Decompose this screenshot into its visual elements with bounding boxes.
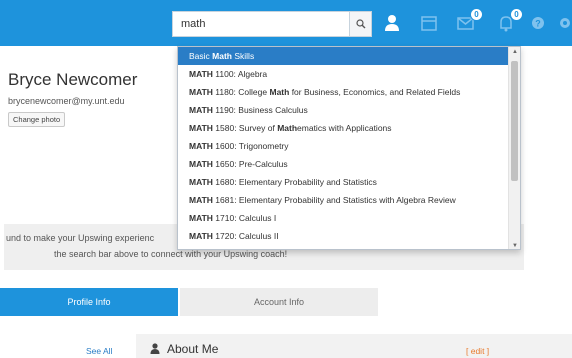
suggestion-item[interactable]: Basic Math Skills	[178, 47, 509, 65]
settings-icon[interactable]	[557, 12, 572, 34]
suggestion-text: 1720: Calculus II	[212, 231, 279, 241]
suggestion-text: MATH	[189, 87, 213, 97]
suggestion-text: Math	[277, 123, 298, 133]
suggestion-text: MATH	[189, 159, 213, 169]
suggestion-text: MATH	[189, 105, 213, 115]
suggestion-text: 1190: Business Calculus	[212, 105, 308, 115]
info-text-line-2: the search bar above to connect with you…	[54, 249, 288, 259]
about-me-title: About Me	[167, 342, 219, 356]
search-input[interactable]	[172, 11, 350, 37]
suggestion-text: for Business, Economics, and Related Fie…	[289, 87, 461, 97]
notifications-icon[interactable]: 0	[495, 8, 523, 34]
suggestion-item[interactable]: MATH 1190: Business Calculus	[178, 101, 509, 119]
help-icon[interactable]: ?	[527, 12, 549, 34]
info-text-line-1: und to make your Upswing experienc	[6, 233, 155, 243]
suggestion-item[interactable]: MATH 1680: Elementary Probability and St…	[178, 173, 509, 191]
svg-text:?: ?	[535, 19, 541, 29]
profile-email: brycenewcomer@my.unt.edu	[8, 96, 125, 106]
suggestion-item[interactable]: MATH 1180: College Math for Business, Ec…	[178, 83, 509, 101]
suggestion-text: Math	[212, 51, 232, 61]
suggestion-list: Basic Math Skills MATH 1100: Algebra MATH …	[178, 47, 520, 245]
suggestion-text: 1650: Pre-Calculus	[212, 159, 288, 169]
suggestion-text: MATH	[189, 195, 213, 205]
suggestion-text: MATH	[189, 123, 213, 133]
suggestion-text: Math	[269, 87, 290, 97]
suggestion-text: 1100: Algebra	[212, 69, 268, 79]
profile-name: Bryce Newcomer	[8, 70, 138, 89]
suggestion-item[interactable]: MATH 1650: Pre-Calculus	[178, 155, 509, 173]
scroll-down-icon[interactable]: ▼	[511, 243, 519, 249]
suggestion-text: 1600: Trigonometry	[212, 141, 289, 151]
suggestion-item[interactable]: MATH 1720: Calculus II	[178, 227, 509, 245]
suggestion-item[interactable]: MATH 1580: Survey of Mathematics with Ap…	[178, 119, 509, 137]
notifications-badge: 0	[510, 8, 523, 21]
scrollbar-thumb[interactable]	[511, 61, 518, 181]
suggestion-text: 1180: College	[212, 87, 270, 97]
suggestion-text: MATH	[189, 141, 213, 151]
change-photo-button[interactable]: Change photo	[8, 112, 66, 127]
scroll-up-icon[interactable]: ▲	[511, 49, 519, 55]
suggestion-text: 1680: Elementary Probability and Statist…	[212, 177, 377, 187]
suggestion-text: 1580: Survey of	[212, 123, 278, 133]
tab-account-info[interactable]: Account Info	[180, 288, 378, 316]
messages-icon[interactable]: 0	[455, 8, 483, 34]
messages-badge: 0	[470, 8, 483, 21]
edit-link[interactable]: [ edit ]	[466, 346, 489, 356]
user-icon	[150, 343, 160, 354]
suggestion-text: MATH	[189, 231, 213, 241]
dropdown-scrollbar[interactable]: ▲ ▼	[508, 47, 520, 249]
suggestion-item[interactable]: MATH 1100: Algebra	[178, 65, 509, 83]
suggestion-text: Basic	[189, 51, 213, 61]
search-suggestions-dropdown: Basic Math Skills MATH 1100: Algebra MATH …	[177, 46, 521, 250]
user-icon[interactable]	[381, 12, 403, 34]
suggestion-text: 1710: Calculus I	[212, 213, 277, 223]
suggestion-text: MATH	[189, 69, 213, 79]
tab-profile-info[interactable]: Profile Info	[0, 288, 178, 316]
search-button[interactable]	[350, 11, 372, 37]
suggestion-text: 1681: Elementary Probability and Statist…	[212, 195, 456, 205]
suggestion-text: ematics with Applications	[297, 123, 392, 133]
suggestion-text: MATH	[189, 213, 213, 223]
calendar-icon[interactable]	[418, 12, 440, 34]
suggestion-item[interactable]: MATH 1600: Trigonometry	[178, 137, 509, 155]
suggestion-text: MATH	[189, 177, 213, 187]
search-icon	[355, 19, 365, 29]
suggestion-text: Skills	[232, 51, 255, 61]
suggestion-item[interactable]: MATH 1710: Calculus I	[178, 209, 509, 227]
suggestion-item[interactable]: MATH 1681: Elementary Probability and St…	[178, 191, 509, 209]
see-all-link[interactable]: See All	[86, 346, 112, 356]
top-navigation-bar: 0 0 ?	[0, 0, 572, 46]
